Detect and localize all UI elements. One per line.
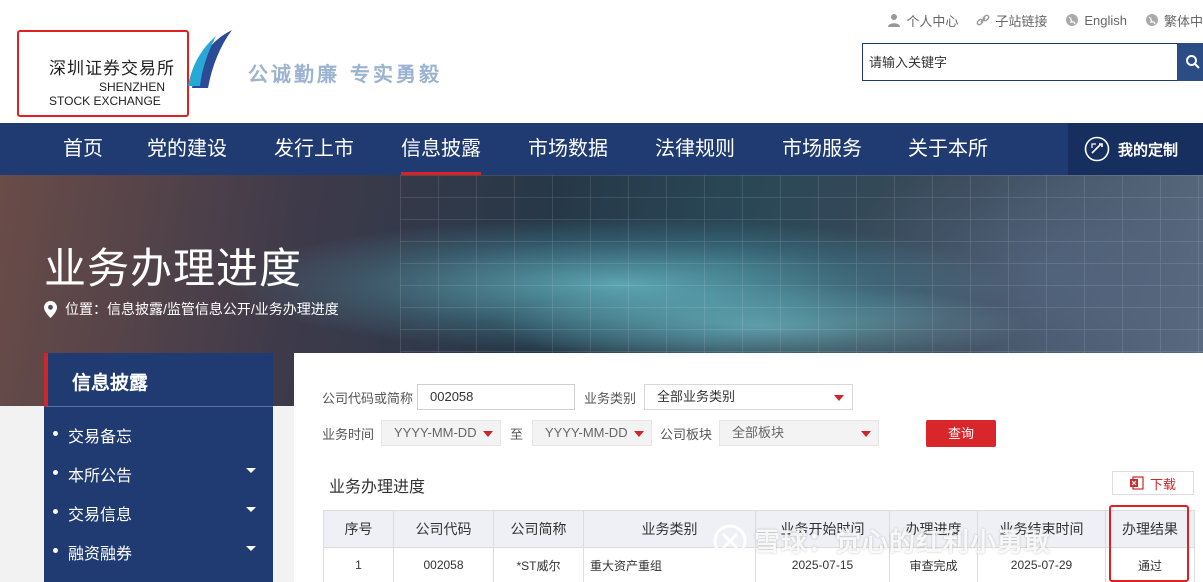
sidebar-item-margin-trading[interactable]: 融资融券: [44, 531, 273, 570]
sidebar-header: 信息披露: [44, 353, 273, 407]
bullet-icon: [53, 470, 58, 475]
cell-code: 002058: [393, 547, 494, 582]
logo-swoosh-icon: [188, 30, 232, 88]
download-label: 下载: [1149, 476, 1176, 492]
sidebar-item-label: 交易备忘: [68, 429, 133, 446]
bullet-icon: [53, 431, 58, 436]
nav-listing[interactable]: 发行上市: [274, 123, 354, 175]
search-button[interactable]: [1177, 43, 1203, 81]
page-title: 业务办理进度: [44, 245, 303, 292]
excel-icon: [1129, 476, 1144, 490]
sidebar: 信息披露 交易备忘 本所公告 交易信息 融资融券: [44, 353, 273, 582]
sidebar-item-label: 本所公告: [68, 468, 133, 485]
time-label: 业务时间: [322, 427, 375, 442]
globe-icon: [1145, 14, 1158, 26]
link-icon: [976, 14, 990, 26]
nav-market-services[interactable]: 市场服务: [782, 123, 862, 175]
board-label: 公司板块: [660, 427, 713, 442]
logo-english-line2: STOCK EXCHANGE: [49, 94, 161, 108]
date-separator: 至: [510, 427, 524, 442]
watermark-text: 雪球：觉心的红利小勇敢: [754, 527, 1052, 557]
toplink-label: English: [1084, 12, 1127, 28]
cell-index: 1: [323, 547, 394, 582]
nav-rules[interactable]: 法律规则: [655, 123, 735, 175]
snowball-logo-icon: [713, 524, 747, 557]
sidebar-item-trading-info[interactable]: 交易信息: [44, 492, 273, 531]
sidebar-item-trading-memo[interactable]: 交易备忘: [44, 414, 273, 453]
nav-party-building[interactable]: 党的建设: [147, 123, 227, 175]
type-label: 业务类别: [584, 391, 637, 406]
board-value: 全部板块: [732, 425, 785, 440]
toplink-personal-center[interactable]: 个人中心: [887, 10, 958, 30]
nav-market-data[interactable]: 市场数据: [528, 123, 608, 175]
code-label: 公司代码或简称: [322, 391, 414, 406]
bullet-icon: [53, 548, 58, 553]
my-custom-button[interactable]: 我的定制: [1068, 123, 1203, 175]
dropdown-arrow-icon: [834, 395, 844, 401]
toplink-label: 个人中心: [906, 13, 959, 29]
col-header-index: 序号: [323, 510, 394, 548]
col-header-name: 公司简称: [493, 510, 584, 548]
toplink-english[interactable]: English: [1065, 10, 1127, 30]
szse-logo[interactable]: 深圳证券交易所 SHENZHEN STOCK EXCHANGE: [17, 30, 189, 117]
date-to-value: YYYY-MM-DD: [545, 425, 628, 440]
sidebar-item-announcements[interactable]: 本所公告: [44, 453, 273, 492]
chevron-down-icon: [246, 546, 256, 551]
globe-icon: [1066, 14, 1079, 26]
date-from-input[interactable]: YYYY-MM-DD: [381, 420, 501, 446]
col-header-code: 公司代码: [393, 510, 494, 548]
toplink-traditional[interactable]: 繁体中: [1145, 10, 1203, 30]
nav-about[interactable]: 关于本所: [908, 123, 988, 175]
company-code-input[interactable]: 002058: [417, 384, 575, 410]
location-pin-icon: [44, 300, 57, 318]
breadcrumb-text[interactable]: 位置：信息披露/监管信息公开/业务办理进度: [65, 299, 339, 319]
toplink-label: 子站链接: [995, 13, 1048, 29]
nav-home[interactable]: 首页: [63, 123, 103, 175]
section-title: 业务办理进度: [329, 479, 426, 496]
toplink-label: 繁体中: [1163, 13, 1203, 29]
custom-icon: [1084, 136, 1110, 162]
business-type-select[interactable]: 全部业务类别: [644, 384, 853, 410]
cell-name[interactable]: *ST威尔: [493, 547, 584, 582]
sidebar-title: 信息披露: [72, 373, 149, 394]
sidebar-item-label: 交易信息: [68, 507, 133, 524]
business-type-value: 全部业务类别: [657, 389, 736, 404]
highlight-box: [1109, 505, 1189, 582]
toplink-substation[interactable]: 子站链接: [976, 10, 1047, 30]
dropdown-arrow-icon: [861, 431, 871, 437]
site-header: 深圳证券交易所 SHENZHEN STOCK EXCHANGE 公诚勤廉 专实勇…: [0, 0, 1203, 123]
date-from-value: YYYY-MM-DD: [394, 425, 477, 440]
sidebar-item-label: 融资融券: [68, 546, 133, 563]
search-icon: [1186, 55, 1200, 69]
bullet-icon: [53, 509, 58, 514]
logo-chinese-name: 深圳证券交易所: [49, 59, 175, 78]
date-to-input[interactable]: YYYY-MM-DD: [532, 420, 652, 446]
watermark: 雪球：觉心的红利小勇敢: [712, 522, 1051, 559]
user-icon: [888, 14, 901, 27]
top-links: 个人中心 子站链接 English 繁体中: [887, 10, 1203, 30]
query-button[interactable]: 查询: [926, 420, 996, 447]
search-input[interactable]: [863, 44, 1177, 80]
page: 深圳证券交易所 SHENZHEN STOCK EXCHANGE 公诚勤廉 专实勇…: [0, 0, 1203, 582]
sidebar-item-more[interactable]: [44, 570, 273, 582]
download-button[interactable]: 下载: [1112, 471, 1194, 495]
chevron-down-icon: [246, 507, 256, 512]
nav-disclosure[interactable]: 信息披露: [401, 123, 481, 175]
dropdown-arrow-icon: [483, 431, 493, 437]
board-select[interactable]: 全部板块: [719, 420, 879, 446]
slogan: 公诚勤廉 专实勇毅: [248, 62, 442, 86]
chevron-down-icon: [246, 468, 256, 473]
my-custom-label: 我的定制: [1118, 141, 1179, 159]
main-nav: 首页 党的建设 发行上市 信息披露 市场数据 法律规则 市场服务 关于本所 我的…: [0, 123, 1203, 175]
search-bar: [862, 43, 1203, 81]
breadcrumb: 位置：信息披露/监管信息公开/业务办理进度: [44, 299, 339, 319]
logo-english-line1: SHENZHEN: [99, 80, 166, 94]
dropdown-arrow-icon: [634, 431, 644, 437]
